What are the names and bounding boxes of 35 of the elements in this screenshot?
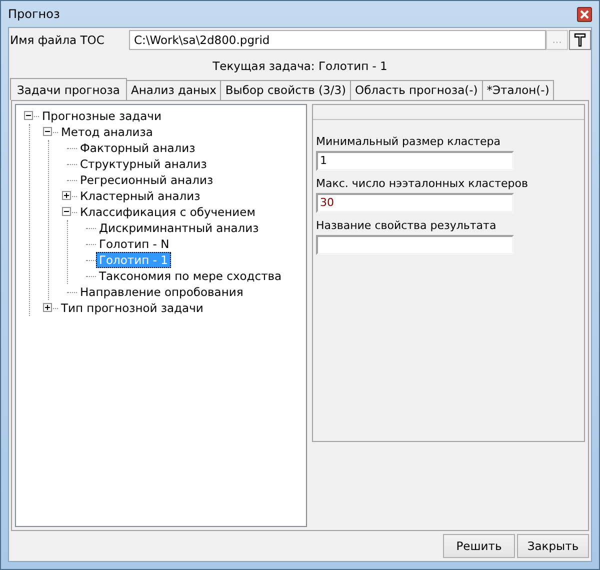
close-button[interactable] <box>577 6 592 22</box>
tree-item[interactable]: Прогнозные задачи <box>39 108 164 124</box>
file-field[interactable]: C:\Work\sa\2d800.pgrid <box>129 30 546 50</box>
input-field[interactable]: 1 <box>316 151 514 171</box>
collapse-icon[interactable] <box>43 127 52 136</box>
tree-item[interactable]: Таксономия по мере сходства <box>96 268 285 284</box>
expand-icon[interactable] <box>62 191 71 200</box>
tree-item[interactable]: Регресионный анализ <box>77 172 216 188</box>
field-label: Макс. число нээталонных кластеров <box>316 177 529 190</box>
field-label: Название свойства результата <box>316 219 498 232</box>
tree-item[interactable]: Факторный анализ <box>77 140 198 156</box>
tree-item[interactable]: Тип прогнозной задачи <box>58 300 206 316</box>
tree-item[interactable]: Направление опробования <box>77 284 246 300</box>
tree-item[interactable]: Метод анализа <box>58 124 156 140</box>
input-field[interactable]: 30 <box>316 193 514 213</box>
tree-item[interactable]: Кластерный анализ <box>77 188 204 204</box>
window-title: Прогноз <box>8 7 60 21</box>
close-icon <box>580 10 589 18</box>
file-label: Имя файла TOC <box>9 33 106 47</box>
field-label: Минимальный размер кластера <box>316 135 502 148</box>
tree-item[interactable]: Классификация с обучением <box>77 204 258 220</box>
tree-item[interactable]: Структурный анализ <box>77 156 210 172</box>
tree-item[interactable]: Голотип - N <box>96 236 172 252</box>
current-task-text: Текущая задача: Голотип - 1 <box>212 59 388 73</box>
collapse-icon[interactable] <box>24 111 33 120</box>
input-field[interactable] <box>316 235 514 255</box>
pin-icon <box>574 33 586 47</box>
collapse-icon[interactable] <box>62 207 71 216</box>
expand-icon[interactable] <box>43 303 52 312</box>
tab[interactable]: Задачи прогноза <box>10 78 127 100</box>
pin-button[interactable] <box>569 30 591 50</box>
action-button[interactable]: Закрыть <box>517 534 589 558</box>
tree-item[interactable]: Дискриминантный анализ <box>96 220 262 236</box>
tab[interactable]: *Эталон(-) <box>482 80 554 100</box>
action-button[interactable]: Решить <box>443 534 515 558</box>
